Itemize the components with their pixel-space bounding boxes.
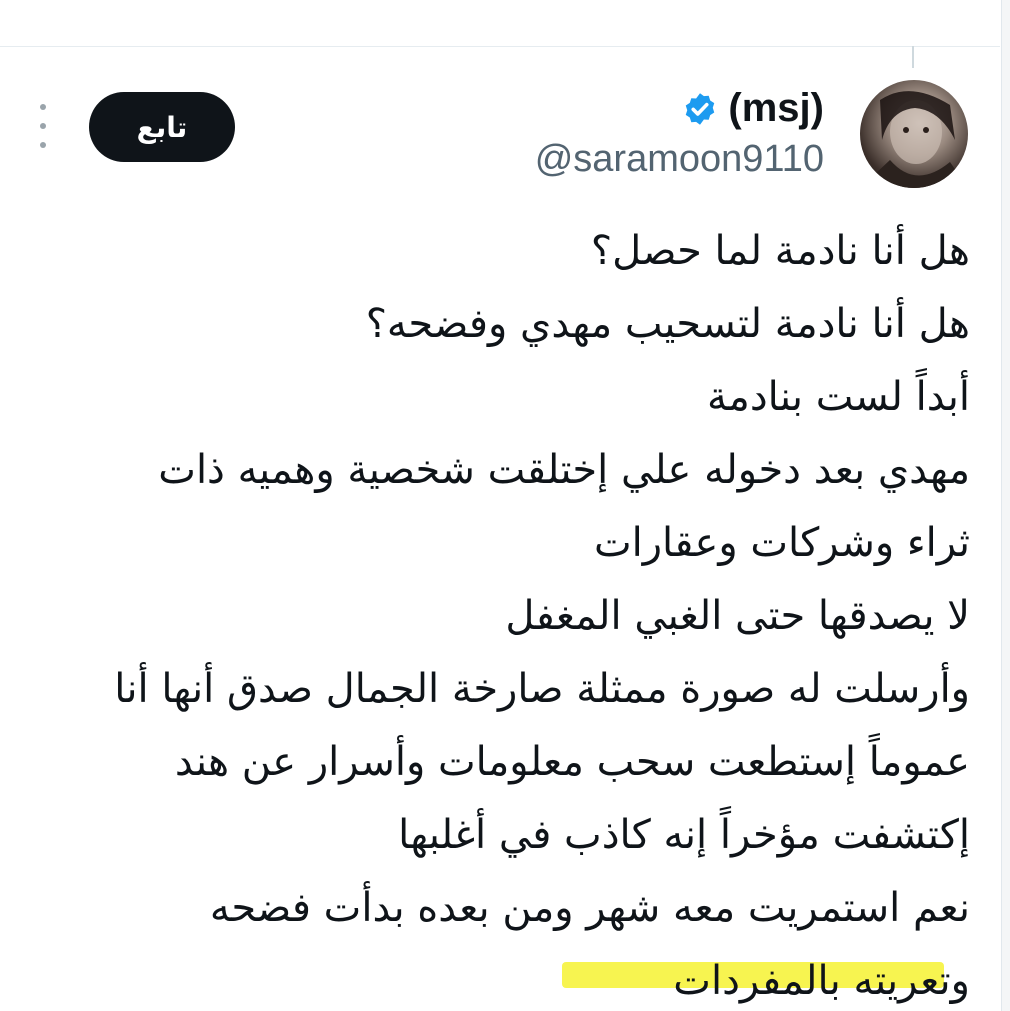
page-right-edge <box>1001 0 1010 1011</box>
more-dot <box>40 123 46 129</box>
post-text-line: عموماً إستطعت سحب معلومات وأسرار عن هند <box>174 739 970 785</box>
post-text-line: لا يصدقها حتى الغبي المغفل <box>505 593 970 639</box>
tweet-screenshot: (msj) @saramoon9110 تابع هل أنا نادمة لم… <box>0 0 1010 1011</box>
follow-button[interactable]: تابع <box>89 92 235 162</box>
author-display-name[interactable]: (msj) <box>728 86 824 131</box>
post-text-line: ثراء وشركات وعقارات <box>593 520 970 566</box>
thread-connector-line <box>912 46 914 68</box>
more-options-icon[interactable] <box>36 104 50 148</box>
author-handle[interactable]: @saramoon9110 <box>535 138 824 181</box>
post-text-line: إكتشفت مؤخراً إنه كاذب في أغلبها <box>398 812 970 858</box>
post-text-line: هل أنا نادمة لتسحيب مهدي وفضحه؟ <box>365 301 970 347</box>
previous-post-strip <box>0 0 1000 47</box>
post-text-line: نعم استمريت معه شهر ومن بعده بدأت فضحه <box>209 885 970 931</box>
more-dot <box>40 104 46 110</box>
post-text-line: وتعريته بالمفردات <box>673 958 970 1004</box>
avatar-photo-icon <box>860 91 968 188</box>
post-text-line: هل أنا نادمة لما حصل؟ <box>590 228 970 274</box>
verified-badge-icon <box>686 92 715 125</box>
post-text-line: مهدي بعد دخوله علي إختلقت شخصية وهميه ذا… <box>158 447 970 493</box>
post-text-line: وأرسلت له صورة ممثلة صارخة الجمال صدق أن… <box>114 666 970 712</box>
post-text-line: أبداً لست بنادمة <box>706 374 970 420</box>
more-dot <box>40 142 46 148</box>
author-name-row: (msj) <box>682 86 824 131</box>
profile-avatar[interactable] <box>860 80 968 188</box>
post-text: هل أنا نادمة لما حصل؟ هل أنا نادمة لتسحي… <box>40 215 970 1011</box>
